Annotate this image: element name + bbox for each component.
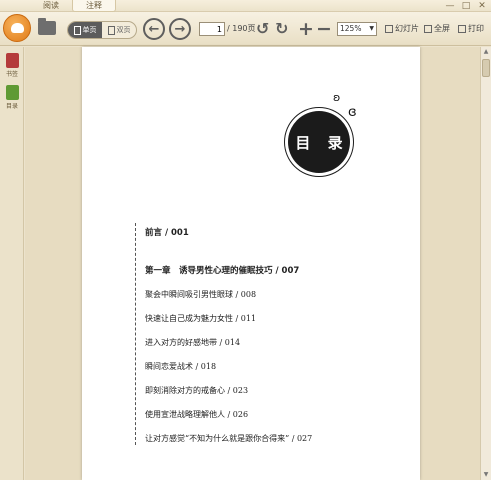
chevron-down-icon: ▼ [369,25,374,32]
reading-area[interactable]: ʚ ɞ 目 录 前言 / 001 第一章 诱导男性心理的催眠技巧 / 007 聚… [25,47,480,480]
single-page-icon [73,25,81,35]
minimize-button[interactable]: — [445,0,455,12]
toc-entry[interactable]: 进入对方的好感地带 / 014 [145,337,240,348]
toc-entry[interactable]: 让对方感觉“不知为什么就是跟你合得来” / 027 [145,433,312,444]
zoom-select[interactable]: 125% ▼ [337,22,377,36]
rotate-right-icon[interactable]: ↻ [275,20,288,38]
sidebar-item-bookmarks[interactable]: 书签 [2,53,22,78]
slideshow-label: 幻灯片 [395,24,419,33]
toc-entry[interactable]: 快速让自己成为魅力女性 / 011 [145,313,256,324]
toc-heading-badge: 目 录 [288,111,350,173]
prev-page-button[interactable]: ← [143,18,165,40]
rotate-left-icon[interactable]: ↺ [256,20,269,38]
butterfly-icon: ɞ [348,105,357,120]
fullscreen-button[interactable]: 全屏 [424,23,450,34]
scroll-up-icon[interactable]: ▲ [481,47,491,57]
printer-icon [458,24,466,33]
vertical-scrollbar[interactable]: ▲ ▼ [480,47,491,480]
page-number-input[interactable] [199,22,225,36]
fullscreen-label: 全屏 [434,24,450,33]
toc-entry[interactable]: 使用宣泄战略理解他人 / 026 [145,409,248,420]
page-title: 目 录 [295,133,349,152]
tab-annotation[interactable]: 注释 [72,0,116,12]
scroll-down-icon[interactable]: ▼ [481,470,491,480]
toc-entry[interactable]: 即刻消除对方的戒备心 / 023 [145,385,248,396]
zoom-out-icon[interactable]: − [316,20,332,39]
single-page-label: 单页 [82,26,97,34]
sidebar: 书签 目录 [0,47,24,480]
arrow-right-icon: → [174,21,186,37]
window-controls: — □ ✕ [445,0,487,12]
zoom-value: 125% [340,24,362,33]
divider [135,223,136,445]
document-page: ʚ ɞ 目 录 前言 / 001 第一章 诱导男性心理的催眠技巧 / 007 聚… [82,47,420,480]
print-label: 打印 [468,24,484,33]
next-page-button[interactable]: → [169,18,191,40]
fullscreen-icon [424,24,432,33]
double-page-label: 双页 [116,26,131,34]
tab-strip: 阅读 注释 — □ ✕ [0,0,491,12]
app-logo-icon[interactable] [3,14,31,42]
tab-read[interactable]: 阅读 [30,0,72,12]
scroll-thumb[interactable] [482,59,490,77]
view-mode-toggle: 单页 双页 [67,21,137,39]
print-button[interactable]: 打印 [458,23,484,34]
sidebar-item-toc[interactable]: 目录 [2,85,22,110]
toc-entry[interactable]: 第一章 诱导男性心理的催眠技巧 / 007 [145,264,299,276]
slideshow-icon [385,24,393,33]
close-button[interactable]: ✕ [477,0,487,12]
toolbar: 单页 双页 ← → / 190页 ↺ ↻ + − 125% ▼ 幻灯片 全屏 打… [0,12,491,46]
sidebar-item-label: 目录 [5,103,18,110]
open-folder-icon[interactable] [38,18,56,35]
arrow-left-icon: ← [148,21,160,37]
single-page-button[interactable]: 单页 [68,22,102,38]
toc-entry[interactable]: 瞬间恋爱战术 / 018 [145,361,216,372]
double-page-icon [107,25,115,35]
toc-entry[interactable]: 聚会中瞬间吸引男性眼球 / 008 [145,289,256,300]
maximize-button[interactable]: □ [461,0,471,12]
page-total: / 190页 [227,24,256,33]
butterfly-icon: ʚ [333,91,341,104]
sidebar-item-label: 书签 [5,71,18,78]
zoom-in-icon[interactable]: + [298,20,314,39]
toc-entry[interactable]: 前言 / 001 [145,226,189,238]
double-page-button[interactable]: 双页 [102,22,136,38]
slideshow-button[interactable]: 幻灯片 [385,23,419,34]
bookmark-icon [5,53,19,68]
toc-icon [5,85,19,100]
